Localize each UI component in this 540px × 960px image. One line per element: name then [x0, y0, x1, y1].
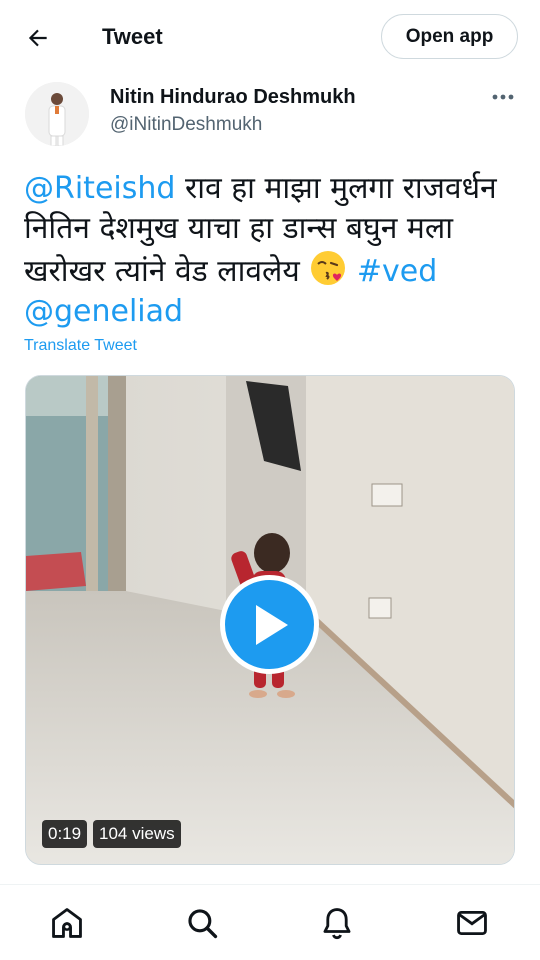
back-button[interactable]: [18, 18, 58, 58]
mention-link[interactable]: @geneliad: [24, 294, 183, 329]
video-duration-badge: 0:19: [42, 820, 88, 848]
nav-search-button[interactable]: [184, 905, 220, 941]
nav-messages-button[interactable]: [454, 905, 490, 941]
top-bar: Tweet Open app: [0, 0, 540, 74]
messages-icon: [457, 910, 487, 936]
nav-home-button[interactable]: [49, 905, 85, 941]
mention-link[interactable]: @Riteishd: [24, 171, 175, 206]
avatar[interactable]: [25, 82, 89, 146]
home-icon: [52, 908, 82, 938]
notifications-icon: [323, 908, 351, 940]
author-name[interactable]: Nitin Hindurao Deshmukh: [110, 84, 356, 110]
more-dots-icon: [492, 94, 514, 100]
search-icon: [188, 909, 218, 939]
video-views-badge: 104 views: [93, 820, 181, 848]
play-button[interactable]: [220, 575, 319, 674]
bottom-navigation: [0, 884, 540, 960]
tweet-author-header: Nitin Hindurao Deshmukh @iNitinDeshmukh: [0, 74, 540, 154]
play-icon: [255, 604, 288, 645]
kiss-emoji-icon: [309, 249, 347, 287]
translate-tweet-link[interactable]: Translate Tweet: [24, 336, 137, 356]
tweet-text: @Riteishd राव हा माझा मुलगा राजवर्धन नित…: [24, 169, 524, 332]
avatar-image: [25, 82, 89, 146]
hashtag-link[interactable]: #ved: [357, 254, 437, 289]
author-handle[interactable]: @iNitinDeshmukh: [110, 112, 262, 138]
arrow-left-icon: [28, 29, 47, 47]
nav-notifications-button[interactable]: [319, 905, 355, 941]
more-options-button[interactable]: [486, 84, 520, 110]
page-title: Tweet: [102, 24, 163, 49]
open-app-button[interactable]: Open app: [381, 14, 518, 59]
